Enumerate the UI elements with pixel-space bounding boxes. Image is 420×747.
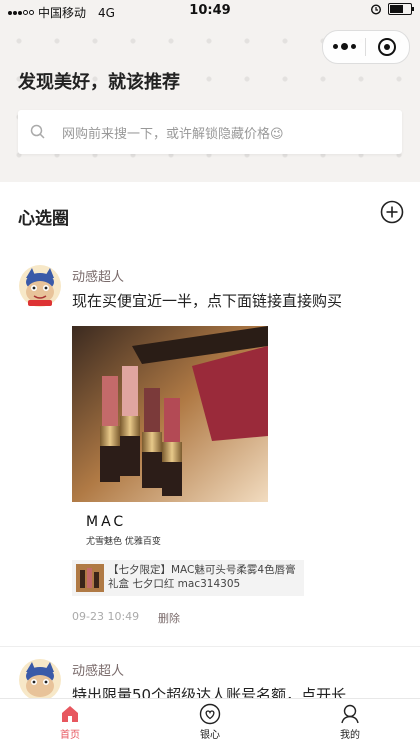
clock: 10:49: [189, 3, 231, 18]
product-link-card[interactable]: 【七夕限定】MAC魅可头号柔雾4色唇膏礼盒 七夕口红 mac314305: [72, 560, 304, 596]
delete-button[interactable]: 删除: [158, 610, 180, 626]
add-post-icon[interactable]: [380, 200, 404, 224]
divider: [0, 646, 420, 647]
tab-label: 银心: [200, 730, 220, 741]
post-card: 动感超人 特出限量50个超级达人账号名额，点开长: [0, 658, 420, 700]
image-brand-text: MAC: [86, 514, 126, 530]
page-title: 发现美好，就该推荐: [18, 72, 180, 93]
tab-bar: 首页 银心 我的: [0, 698, 420, 747]
close-miniprogram-icon[interactable]: [366, 38, 408, 56]
image-sub-text: 尤雪魅色 优雅百变: [86, 535, 161, 546]
author-name[interactable]: 动感超人: [72, 660, 124, 679]
lipstick-photo: MAC 尤雪魅色 优雅百变: [72, 326, 268, 546]
header: 发现美好，就该推荐 网购前来搜一下，或许解锁隐藏价格😉: [0, 22, 420, 182]
alarm-icon: [370, 4, 382, 15]
tab-label: 我的: [340, 730, 360, 741]
tab-heart[interactable]: 银心: [170, 699, 250, 747]
search-input[interactable]: 网购前来搜一下，或许解锁隐藏价格😉: [18, 110, 402, 154]
section-header: 心选圈: [0, 182, 420, 242]
post-text: 现在买便宜近一半，点下面链接直接购买: [72, 292, 343, 310]
heart-icon: [199, 703, 221, 725]
search-placeholder: 网购前来搜一下，或许解锁隐藏价格😉: [62, 127, 284, 142]
product-title: 【七夕限定】MAC魅可头号柔雾4色唇膏礼盒 七夕口红 mac314305: [108, 564, 296, 590]
tab-me[interactable]: 我的: [310, 699, 390, 747]
tab-home[interactable]: 首页: [30, 699, 110, 747]
battery-icon: [388, 3, 414, 15]
section-title: 心选圈: [18, 209, 69, 229]
avatar[interactable]: [18, 658, 62, 700]
user-icon: [341, 704, 359, 724]
tab-label: 首页: [60, 730, 80, 741]
post-image[interactable]: MAC 尤雪魅色 优雅百变: [72, 326, 268, 546]
avatar[interactable]: [18, 264, 62, 308]
product-thumbnail: [76, 564, 104, 592]
post-card: 动感超人 现在买便宜近一半，点下面链接直接购买 MAC 尤雪魅色 优雅百变 【七…: [0, 264, 420, 644]
mini-program-capsule[interactable]: [322, 30, 410, 64]
home-icon: [62, 706, 78, 722]
status-bar: 中国移动 4G 10:49: [0, 0, 420, 22]
author-name[interactable]: 动感超人: [72, 266, 124, 285]
more-icon[interactable]: [323, 43, 365, 50]
post-date: 09-23 10:49: [72, 610, 140, 623]
search-icon: [30, 124, 45, 139]
